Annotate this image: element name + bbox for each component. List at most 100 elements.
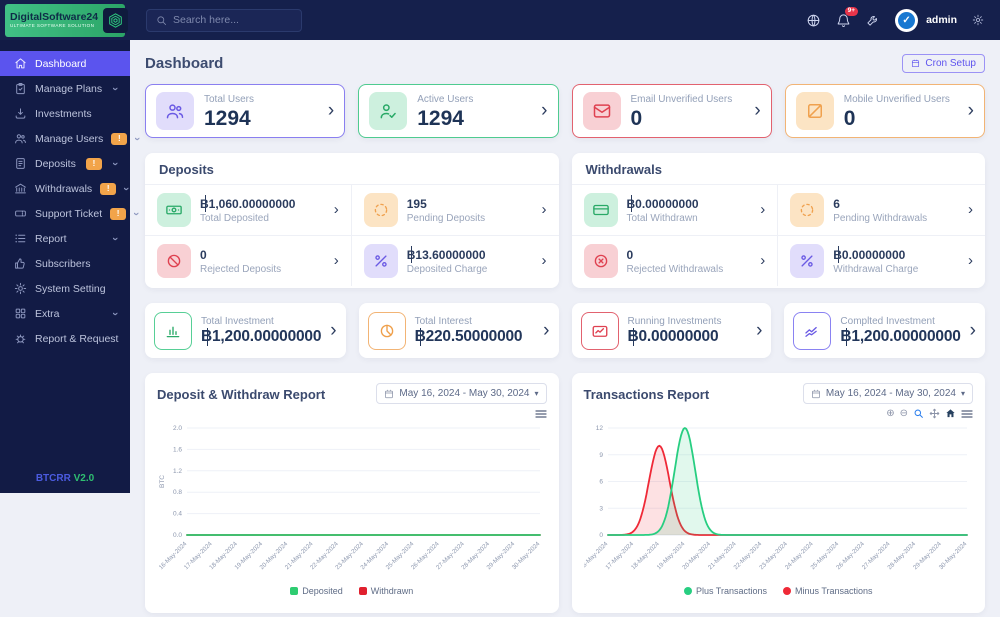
- stat-card-active-users[interactable]: Active Users 1294 ›: [358, 84, 559, 138]
- main-content: Dashboard Cron Setup Total Users 1294 ›: [130, 40, 1000, 617]
- admin-avatar[interactable]: ✓: [895, 8, 919, 32]
- sidebar-version: BTCRR V2.0: [35, 473, 95, 484]
- svg-text:BTC: BTC: [159, 475, 166, 488]
- withdrawal-charge-item[interactable]: B0.00000000 Withdrawal Charge ›: [778, 235, 985, 286]
- total-deposited-item[interactable]: B1,060.00000000 Total Deposited ›: [145, 184, 352, 235]
- deposit-withdraw-chart[interactable]: 2.01.61.20.80.40.016-May-202417-May-2024…: [157, 420, 546, 585]
- svg-text:0: 0: [599, 532, 603, 539]
- pan-icon[interactable]: [929, 408, 940, 419]
- legend-plus-transactions[interactable]: Plus Transactions: [683, 586, 767, 596]
- sidebar-item-report[interactable]: Report ›: [0, 226, 130, 251]
- svg-text:0.8: 0.8: [173, 489, 182, 496]
- legend-minus-transactions[interactable]: Minus Transactions: [783, 586, 873, 596]
- zoom-out-icon[interactable]: ⊖: [900, 408, 908, 419]
- sidebar-item-report-request[interactable]: Report & Request: [0, 326, 130, 351]
- chevron-right-icon: ›: [760, 201, 766, 218]
- chevron-right-icon: ›: [754, 100, 761, 121]
- sidebar-item-deposits[interactable]: Deposits ! ›: [0, 151, 130, 176]
- total-withdrawn-item[interactable]: B0.00000000 Total Withdrawn ›: [571, 184, 779, 235]
- stat-card-total-users[interactable]: Total Users 1294 ›: [145, 84, 346, 138]
- alert-badge: !: [86, 157, 102, 170]
- sidebar-item-dashboard[interactable]: Dashboard: [0, 51, 130, 76]
- transactions-report-card: Transactions Report May 16, 2024 - May 3…: [571, 373, 985, 613]
- envelope-icon: [582, 92, 621, 130]
- sidebar-item-extra[interactable]: Extra ›: [0, 301, 130, 326]
- chevron-right-icon: ›: [968, 201, 973, 218]
- cron-setup-button[interactable]: Cron Setup: [902, 53, 985, 73]
- running-investments-card[interactable]: Running Investments B0.00000000 ›: [571, 303, 772, 358]
- calendar-icon: [385, 389, 394, 398]
- deposited-charge-item[interactable]: B13.60000000 Deposited Charge ›: [351, 235, 559, 286]
- chevron-right-icon: ›: [968, 252, 973, 269]
- completed-investment-card[interactable]: Complted Investment B1,200.00000000 ›: [784, 303, 985, 358]
- alert-badge: !: [100, 182, 117, 195]
- sidebar-item-withdrawals[interactable]: Withdrawals ! ›: [0, 176, 132, 201]
- total-investment-card[interactable]: Total Investment B1,200.00000000 ›: [145, 303, 346, 358]
- chevron-right-icon: ›: [756, 319, 763, 341]
- svg-text:0.0: 0.0: [173, 532, 182, 539]
- legend-withdrawn[interactable]: Withdrawn: [358, 586, 413, 596]
- sidebar-item-support-ticket[interactable]: Support Ticket ! ›: [0, 201, 142, 226]
- sidebar-item-manage-users[interactable]: Manage Users ! ›: [0, 126, 143, 151]
- withdrawals-panel: Withdrawals B0.00000000 Total Withdrawn …: [571, 153, 985, 288]
- ticket-icon: [14, 207, 27, 220]
- zoom-select-icon[interactable]: [913, 408, 924, 419]
- chart-menu-icon[interactable]: [961, 409, 973, 419]
- transactions-chart[interactable]: 12963016-May-202417-May-202418-May-20241…: [584, 420, 973, 585]
- total-interest-card[interactable]: Total Interest B220.50000000 ›: [358, 303, 559, 358]
- alert-badge: !: [111, 132, 128, 145]
- pending-deposits-item[interactable]: 195 Pending Deposits ›: [351, 184, 559, 235]
- users-icon: [156, 92, 194, 130]
- brand-logo[interactable]: DigitalSoftware24 ULTIMATE SOFTWARE SOLU…: [5, 3, 129, 37]
- sidebar-item-investments[interactable]: Investments: [0, 101, 130, 126]
- chart-title: Deposit & Withdraw Report: [157, 387, 326, 402]
- chart-menu-icon[interactable]: [534, 409, 547, 419]
- cron-icon: [912, 59, 920, 67]
- file-invoice-icon: [14, 157, 27, 170]
- zoom-in-icon[interactable]: ⊕: [886, 408, 894, 419]
- sidebar-item-manage-plans[interactable]: Manage Plans ›: [0, 76, 130, 101]
- notification-badge: 9+: [844, 7, 859, 16]
- chevron-right-icon: ›: [543, 319, 550, 341]
- page-title: Dashboard: [145, 54, 224, 72]
- date-range-picker[interactable]: May 16, 2024 - May 30, 2024 ▾: [802, 383, 973, 404]
- search-placeholder: Search here...: [173, 14, 239, 26]
- sidebar-item-subscribers[interactable]: Subscribers: [0, 251, 130, 276]
- svg-text:1.2: 1.2: [173, 468, 182, 475]
- rejected-withdrawals-item[interactable]: 0 Rejected Withdrawals ›: [571, 235, 779, 286]
- chevron-right-icon: ›: [541, 252, 547, 269]
- date-range-picker[interactable]: May 16, 2024 - May 30, 2024 ▾: [376, 383, 547, 404]
- svg-text:9: 9: [599, 452, 603, 459]
- sidebar-item-system-setting[interactable]: System Setting: [0, 276, 130, 301]
- settings-gear-icon[interactable]: [971, 12, 984, 28]
- maintenance-wrench-icon[interactable]: [865, 12, 881, 28]
- search-input[interactable]: Search here...: [146, 8, 302, 32]
- chevron-right-icon: ›: [967, 100, 974, 121]
- notifications-bell-icon[interactable]: 9+: [835, 7, 859, 28]
- deposit-withdraw-report-card: Deposit & Withdraw Report May 16, 2024 -…: [145, 373, 559, 613]
- percent-icon: [790, 244, 825, 278]
- bank-icon: [14, 182, 27, 195]
- avatar-check-icon: ✓: [898, 11, 916, 29]
- chevron-right-icon: ›: [333, 201, 339, 218]
- admin-username[interactable]: admin: [926, 14, 957, 26]
- trend-lines-icon: [793, 311, 832, 350]
- brand-subtitle: ULTIMATE SOFTWARE SOLUTION: [10, 23, 95, 29]
- legend-deposited[interactable]: Deposited: [290, 586, 343, 596]
- brand-title: DigitalSoftware24: [10, 10, 99, 23]
- chevron-down-icon: ›: [109, 86, 122, 91]
- pending-withdrawals-item[interactable]: 6 Pending Withdrawals ›: [778, 184, 985, 235]
- language-globe-icon[interactable]: [805, 12, 821, 28]
- rejected-deposits-item[interactable]: 0 Rejected Deposits ›: [145, 235, 352, 286]
- home-icon: [14, 57, 27, 70]
- chevron-down-icon: ›: [109, 236, 121, 241]
- home-reset-icon[interactable]: [945, 408, 956, 419]
- percent-icon: [363, 244, 398, 278]
- deposits-panel: Deposits B1,060.00000000 Total Deposited…: [145, 153, 559, 288]
- stat-card-email-unverified[interactable]: Email Unverified Users 0 ›: [571, 84, 772, 138]
- stat-card-mobile-unverified[interactable]: Mobile Unverified Users 0 ›: [784, 84, 985, 138]
- money-icon: [157, 193, 191, 227]
- topbar: DigitalSoftware24 ULTIMATE SOFTWARE SOLU…: [0, 0, 1000, 40]
- alert-badge: !: [110, 207, 127, 220]
- chevron-right-icon: ›: [969, 319, 976, 341]
